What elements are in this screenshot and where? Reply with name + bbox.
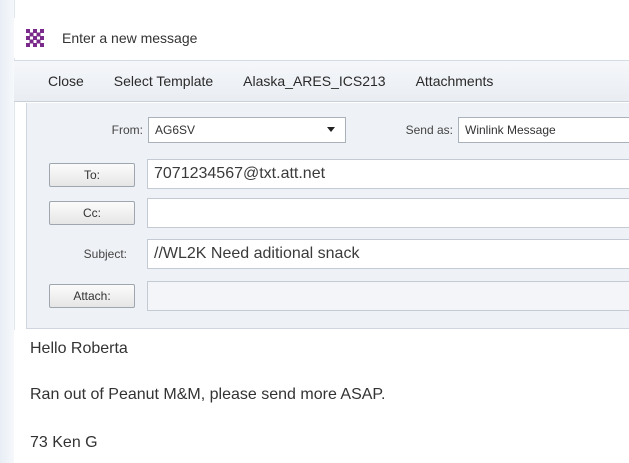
cc-button[interactable]: Cc: bbox=[49, 201, 135, 225]
message-body[interactable]: Hello Roberta Ran out of Peanut M&M, ple… bbox=[14, 330, 629, 463]
to-field[interactable]: 7071234567@txt.att.net bbox=[147, 159, 629, 189]
cc-field[interactable] bbox=[147, 198, 629, 228]
to-field-value: 7071234567@txt.att.net bbox=[154, 165, 326, 182]
menu-attachments[interactable]: Attachments bbox=[401, 73, 509, 89]
from-select-value: AG6SV bbox=[155, 123, 196, 137]
chevron-down-icon bbox=[327, 127, 335, 132]
subject-field-value: //WL2K Need aditional snack bbox=[154, 245, 360, 262]
from-label: From: bbox=[111, 123, 143, 137]
attach-field[interactable] bbox=[147, 281, 629, 311]
body-line: Hello Roberta bbox=[30, 340, 128, 357]
send-as-select[interactable]: Winlink Message bbox=[458, 117, 629, 143]
send-as-label: Send as: bbox=[405, 123, 453, 137]
subject-label: Subject: bbox=[83, 247, 127, 261]
window-title: Enter a new message bbox=[62, 30, 198, 46]
menu-bar: Close Select Template Alaska_ARES_ICS213… bbox=[14, 60, 629, 102]
body-line: Ran out of Peanut M&M, please send more … bbox=[30, 386, 386, 403]
title-bar: Enter a new message bbox=[14, 18, 629, 58]
winlink-grid-icon bbox=[26, 29, 44, 47]
from-select[interactable]: AG6SV bbox=[148, 117, 346, 143]
body-line: 73 Ken G bbox=[30, 434, 98, 451]
menu-select-template[interactable]: Select Template bbox=[99, 73, 228, 89]
send-as-select-value: Winlink Message bbox=[465, 123, 556, 137]
menu-alaska-ares-ics213[interactable]: Alaska_ARES_ICS213 bbox=[228, 73, 400, 89]
attach-button[interactable]: Attach: bbox=[49, 284, 135, 308]
to-button[interactable]: To: bbox=[49, 163, 135, 187]
menu-close[interactable]: Close bbox=[14, 73, 99, 89]
background-window-edge bbox=[0, 0, 15, 463]
compose-window: Enter a new message Close Select Templat… bbox=[0, 0, 629, 463]
message-header-panel: From: AG6SV Send as: Winlink Message To:… bbox=[26, 103, 629, 329]
subject-field[interactable]: //WL2K Need aditional snack bbox=[147, 239, 629, 269]
